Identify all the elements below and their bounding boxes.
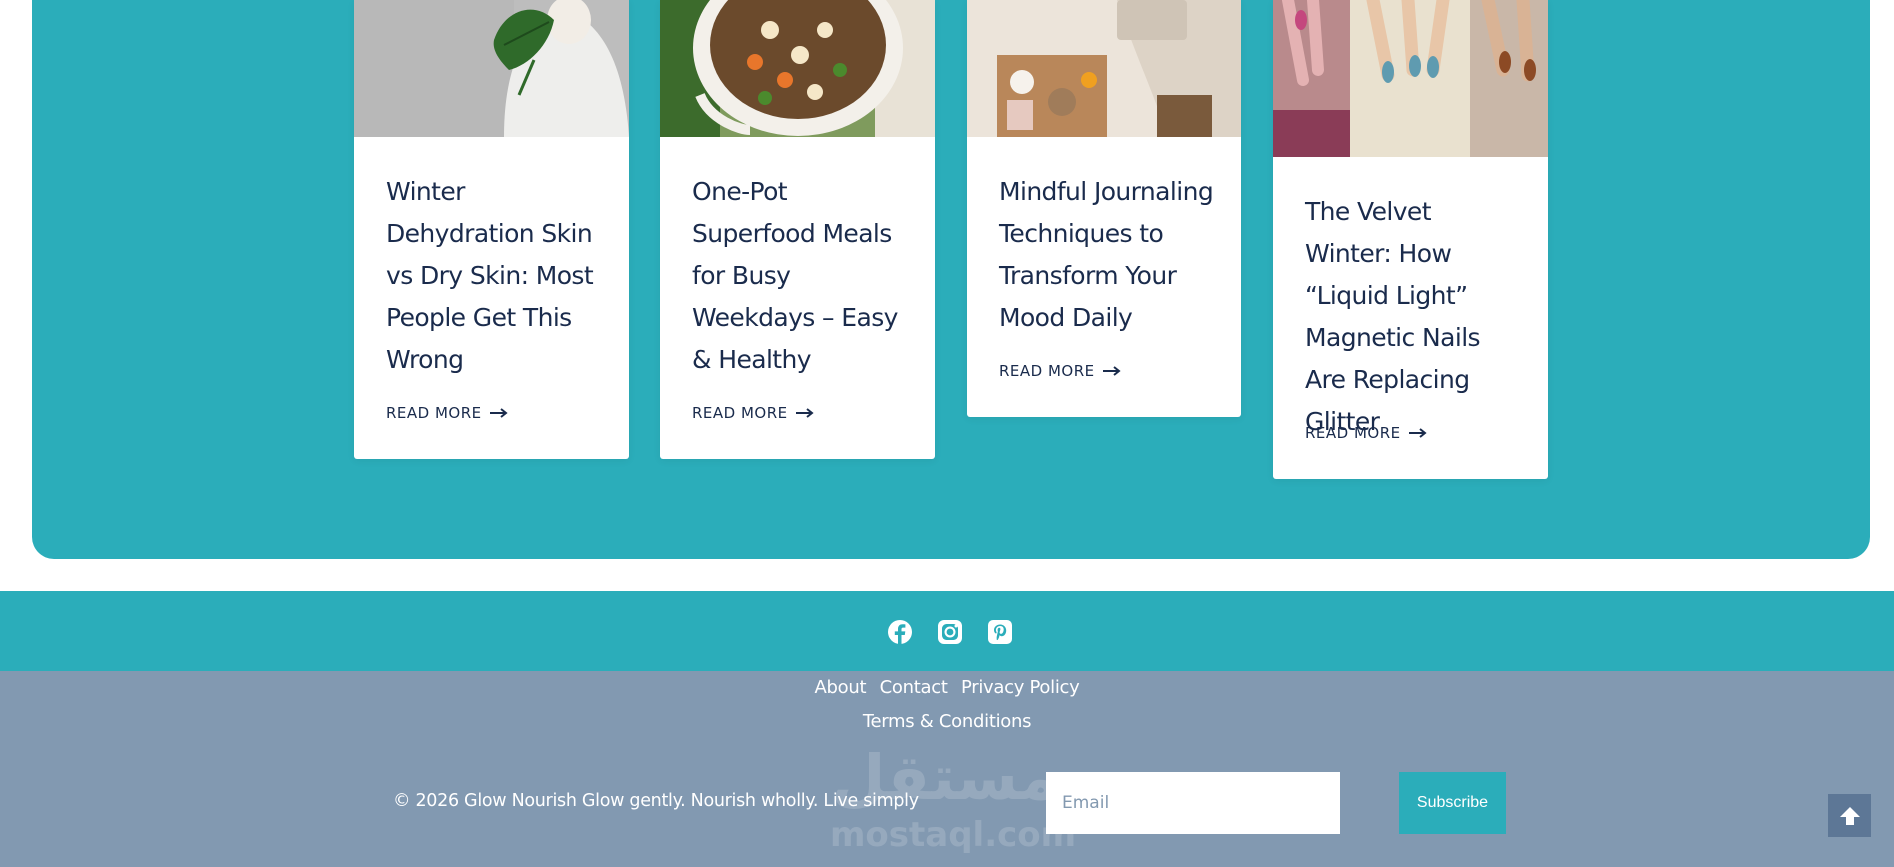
post-card[interactable]: Mindful Journaling Techniques to Transfo… xyxy=(967,0,1241,417)
arrow-right-icon xyxy=(1102,366,1121,376)
post-title[interactable]: The Velvet Winter: How “Liquid Light” Ma… xyxy=(1305,191,1523,443)
social-bar xyxy=(0,591,1894,671)
post-title[interactable]: Mindful Journaling Techniques to Transfo… xyxy=(999,171,1217,339)
read-more-link[interactable]: READ MORE xyxy=(999,362,1121,380)
site-footer: About Contact Privacy Policy Terms & Con… xyxy=(0,671,1894,867)
arrow-up-icon xyxy=(1839,806,1860,825)
post-card[interactable]: The Velvet Winter: How “Liquid Light” Ma… xyxy=(1273,0,1548,479)
post-image-nails[interactable] xyxy=(1273,0,1548,157)
arrow-right-icon xyxy=(795,408,814,418)
read-more-link[interactable]: READ MORE xyxy=(692,404,814,422)
post-title[interactable]: Winter Dehydration Skin vs Dry Skin: Mos… xyxy=(386,171,604,381)
instagram-icon[interactable] xyxy=(937,619,963,645)
post-card[interactable]: One-Pot Superfood Meals for Busy Weekday… xyxy=(660,0,935,459)
read-more-label: READ MORE xyxy=(692,404,788,422)
post-title[interactable]: One-Pot Superfood Meals for Busy Weekday… xyxy=(692,171,910,381)
scroll-to-top-button[interactable] xyxy=(1828,794,1871,837)
email-field[interactable] xyxy=(1046,772,1340,834)
arrow-right-icon xyxy=(489,408,508,418)
arrow-right-icon xyxy=(1408,428,1427,438)
read-more-label: READ MORE xyxy=(999,362,1095,380)
footer-nav-row2: Terms & Conditions xyxy=(0,711,1894,732)
read-more-link[interactable]: READ MORE xyxy=(386,404,508,422)
read-more-label: READ MORE xyxy=(1305,424,1401,442)
watermark-latin-text: mostaql.com xyxy=(830,815,1077,855)
subscribe-button[interactable]: Subscribe xyxy=(1399,772,1506,834)
copyright-text: © 2026 Glow Nourish Glow gently. Nourish… xyxy=(393,791,919,811)
post-card[interactable]: Winter Dehydration Skin vs Dry Skin: Mos… xyxy=(354,0,629,459)
read-more-link[interactable]: READ MORE xyxy=(1305,424,1427,442)
post-image-superfood[interactable] xyxy=(660,0,935,137)
post-image-journaling[interactable] xyxy=(967,0,1241,137)
related-posts-section: Winter Dehydration Skin vs Dry Skin: Mos… xyxy=(32,0,1870,559)
footer-nav: About Contact Privacy Policy xyxy=(0,677,1894,698)
footer-link-terms[interactable]: Terms & Conditions xyxy=(863,711,1032,732)
read-more-label: READ MORE xyxy=(386,404,482,422)
footer-link-privacy-policy[interactable]: Privacy Policy xyxy=(961,677,1080,698)
post-image-skincare[interactable] xyxy=(354,0,629,137)
facebook-icon[interactable] xyxy=(887,619,913,645)
footer-link-about[interactable]: About xyxy=(815,677,867,698)
pinterest-icon[interactable] xyxy=(987,619,1013,645)
footer-link-contact[interactable]: Contact xyxy=(880,677,948,698)
